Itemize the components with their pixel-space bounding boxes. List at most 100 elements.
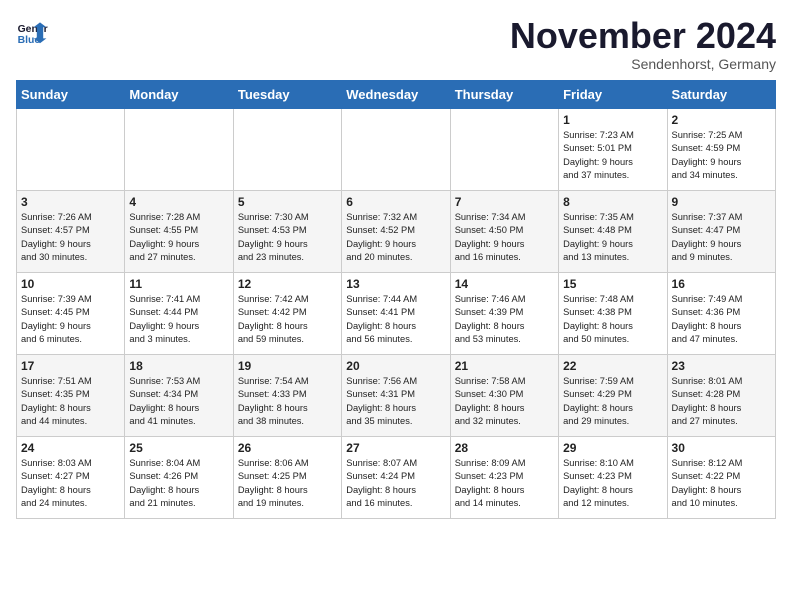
- day-info: Sunrise: 7:34 AM Sunset: 4:50 PM Dayligh…: [455, 211, 554, 265]
- day-info: Sunrise: 7:39 AM Sunset: 4:45 PM Dayligh…: [21, 293, 120, 347]
- day-number: 28: [455, 441, 554, 455]
- calendar-day-cell: 10 Sunrise: 7:39 AM Sunset: 4:45 PM Dayli…: [17, 272, 125, 354]
- calendar-day-cell: [450, 108, 558, 190]
- calendar-day-cell: 28 Sunrise: 8:09 AM Sunset: 4:23 PM Dayli…: [450, 436, 558, 518]
- day-number: 25: [129, 441, 228, 455]
- day-info: Sunrise: 7:48 AM Sunset: 4:38 PM Dayligh…: [563, 293, 662, 347]
- calendar-day-cell: 29Sunrise: 8:10 AM Sunset: 4:23 PM Dayli…: [559, 436, 667, 518]
- day-number: 10: [21, 277, 120, 291]
- calendar-day-cell: 17 Sunrise: 7:51 AM Sunset: 4:35 PM Dayli…: [17, 354, 125, 436]
- calendar-week-row: 3 Sunrise: 7:26 AM Sunset: 4:57 PM Daylig…: [17, 190, 776, 272]
- day-number: 3: [21, 195, 120, 209]
- day-of-week-header: Thursday: [450, 80, 558, 108]
- calendar-day-cell: [233, 108, 341, 190]
- calendar-body: 1Sunrise: 7:23 AM Sunset: 5:01 PM Daylig…: [17, 108, 776, 518]
- day-info: Sunrise: 8:01 AM Sunset: 4:28 PM Dayligh…: [672, 375, 771, 429]
- day-number: 16: [672, 277, 771, 291]
- calendar-day-cell: 5 Sunrise: 7:30 AM Sunset: 4:53 PM Daylig…: [233, 190, 341, 272]
- day-info: Sunrise: 7:26 AM Sunset: 4:57 PM Dayligh…: [21, 211, 120, 265]
- day-number: 24: [21, 441, 120, 455]
- day-number: 14: [455, 277, 554, 291]
- day-info: Sunrise: 7:59 AM Sunset: 4:29 PM Dayligh…: [563, 375, 662, 429]
- day-number: 8: [563, 195, 662, 209]
- day-number: 21: [455, 359, 554, 373]
- day-number: 17: [21, 359, 120, 373]
- day-number: 12: [238, 277, 337, 291]
- day-info: Sunrise: 7:25 AM Sunset: 4:59 PM Dayligh…: [672, 129, 771, 183]
- day-info: Sunrise: 8:12 AM Sunset: 4:22 PM Dayligh…: [672, 457, 771, 511]
- day-number: 18: [129, 359, 228, 373]
- calendar-day-cell: 9Sunrise: 7:37 AM Sunset: 4:47 PM Daylig…: [667, 190, 775, 272]
- calendar-day-cell: 19 Sunrise: 7:54 AM Sunset: 4:33 PM Dayli…: [233, 354, 341, 436]
- day-number: 2: [672, 113, 771, 127]
- day-number: 4: [129, 195, 228, 209]
- title-block: November 2024 Sendenhorst, Germany: [510, 16, 776, 72]
- calendar-day-cell: 6 Sunrise: 7:32 AM Sunset: 4:52 PM Daylig…: [342, 190, 450, 272]
- calendar-week-row: 10 Sunrise: 7:39 AM Sunset: 4:45 PM Dayli…: [17, 272, 776, 354]
- day-info: Sunrise: 7:35 AM Sunset: 4:48 PM Dayligh…: [563, 211, 662, 265]
- calendar-day-cell: 2 Sunrise: 7:25 AM Sunset: 4:59 PM Daylig…: [667, 108, 775, 190]
- day-number: 19: [238, 359, 337, 373]
- calendar-week-row: 24 Sunrise: 8:03 AM Sunset: 4:27 PM Dayli…: [17, 436, 776, 518]
- calendar-day-cell: 30Sunrise: 8:12 AM Sunset: 4:22 PM Dayli…: [667, 436, 775, 518]
- day-number: 27: [346, 441, 445, 455]
- day-info: Sunrise: 8:09 AM Sunset: 4:23 PM Dayligh…: [455, 457, 554, 511]
- day-info: Sunrise: 7:46 AM Sunset: 4:39 PM Dayligh…: [455, 293, 554, 347]
- day-number: 26: [238, 441, 337, 455]
- calendar-day-cell: 16 Sunrise: 7:49 AM Sunset: 4:36 PM Dayli…: [667, 272, 775, 354]
- day-number: 20: [346, 359, 445, 373]
- calendar-day-cell: [17, 108, 125, 190]
- day-info: Sunrise: 7:54 AM Sunset: 4:33 PM Dayligh…: [238, 375, 337, 429]
- day-info: Sunrise: 7:41 AM Sunset: 4:44 PM Dayligh…: [129, 293, 228, 347]
- day-of-week-header: Wednesday: [342, 80, 450, 108]
- day-of-week-header: Friday: [559, 80, 667, 108]
- calendar-day-cell: 22 Sunrise: 7:59 AM Sunset: 4:29 PM Dayli…: [559, 354, 667, 436]
- day-info: Sunrise: 7:32 AM Sunset: 4:52 PM Dayligh…: [346, 211, 445, 265]
- day-info: Sunrise: 7:49 AM Sunset: 4:36 PM Dayligh…: [672, 293, 771, 347]
- calendar-header-row: SundayMondayTuesdayWednesdayThursdayFrid…: [17, 80, 776, 108]
- calendar-day-cell: 4 Sunrise: 7:28 AM Sunset: 4:55 PM Daylig…: [125, 190, 233, 272]
- calendar-day-cell: 27 Sunrise: 8:07 AM Sunset: 4:24 PM Dayli…: [342, 436, 450, 518]
- day-number: 29: [563, 441, 662, 455]
- day-number: 6: [346, 195, 445, 209]
- calendar-day-cell: 3 Sunrise: 7:26 AM Sunset: 4:57 PM Daylig…: [17, 190, 125, 272]
- day-info: Sunrise: 8:06 AM Sunset: 4:25 PM Dayligh…: [238, 457, 337, 511]
- day-of-week-header: Saturday: [667, 80, 775, 108]
- day-info: Sunrise: 7:56 AM Sunset: 4:31 PM Dayligh…: [346, 375, 445, 429]
- day-number: 5: [238, 195, 337, 209]
- day-info: Sunrise: 7:23 AM Sunset: 5:01 PM Dayligh…: [563, 129, 662, 183]
- calendar-day-cell: 26 Sunrise: 8:06 AM Sunset: 4:25 PM Dayli…: [233, 436, 341, 518]
- calendar-day-cell: 1Sunrise: 7:23 AM Sunset: 5:01 PM Daylig…: [559, 108, 667, 190]
- calendar-day-cell: 24 Sunrise: 8:03 AM Sunset: 4:27 PM Dayli…: [17, 436, 125, 518]
- day-number: 9: [672, 195, 771, 209]
- calendar-day-cell: 15 Sunrise: 7:48 AM Sunset: 4:38 PM Dayli…: [559, 272, 667, 354]
- day-number: 11: [129, 277, 228, 291]
- logo: General Blue: [16, 16, 48, 48]
- calendar-day-cell: [125, 108, 233, 190]
- day-number: 22: [563, 359, 662, 373]
- calendar-day-cell: [342, 108, 450, 190]
- day-info: Sunrise: 7:42 AM Sunset: 4:42 PM Dayligh…: [238, 293, 337, 347]
- day-info: Sunrise: 7:53 AM Sunset: 4:34 PM Dayligh…: [129, 375, 228, 429]
- calendar-day-cell: 25 Sunrise: 8:04 AM Sunset: 4:26 PM Dayli…: [125, 436, 233, 518]
- day-info: Sunrise: 7:51 AM Sunset: 4:35 PM Dayligh…: [21, 375, 120, 429]
- calendar-day-cell: 13Sunrise: 7:44 AM Sunset: 4:41 PM Dayli…: [342, 272, 450, 354]
- calendar-day-cell: 12 Sunrise: 7:42 AM Sunset: 4:42 PM Dayli…: [233, 272, 341, 354]
- month-title: November 2024: [510, 16, 776, 56]
- day-info: Sunrise: 8:07 AM Sunset: 4:24 PM Dayligh…: [346, 457, 445, 511]
- calendar-day-cell: 21Sunrise: 7:58 AM Sunset: 4:30 PM Dayli…: [450, 354, 558, 436]
- day-number: 15: [563, 277, 662, 291]
- day-info: Sunrise: 7:30 AM Sunset: 4:53 PM Dayligh…: [238, 211, 337, 265]
- day-info: Sunrise: 7:28 AM Sunset: 4:55 PM Dayligh…: [129, 211, 228, 265]
- calendar-week-row: 17 Sunrise: 7:51 AM Sunset: 4:35 PM Dayli…: [17, 354, 776, 436]
- calendar-day-cell: 14 Sunrise: 7:46 AM Sunset: 4:39 PM Dayli…: [450, 272, 558, 354]
- day-info: Sunrise: 8:04 AM Sunset: 4:26 PM Dayligh…: [129, 457, 228, 511]
- day-number: 7: [455, 195, 554, 209]
- day-of-week-header: Monday: [125, 80, 233, 108]
- day-of-week-header: Sunday: [17, 80, 125, 108]
- calendar-day-cell: 8 Sunrise: 7:35 AM Sunset: 4:48 PM Daylig…: [559, 190, 667, 272]
- calendar-day-cell: 11 Sunrise: 7:41 AM Sunset: 4:44 PM Dayli…: [125, 272, 233, 354]
- day-of-week-header: Tuesday: [233, 80, 341, 108]
- calendar-table: SundayMondayTuesdayWednesdayThursdayFrid…: [16, 80, 776, 519]
- day-info: Sunrise: 8:03 AM Sunset: 4:27 PM Dayligh…: [21, 457, 120, 511]
